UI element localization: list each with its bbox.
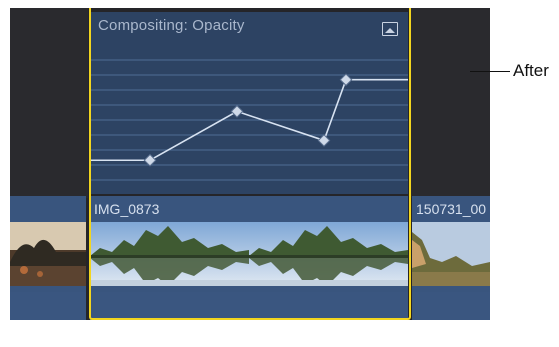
parameter-title: Compositing: Opacity [98, 17, 245, 34]
clip-selected[interactable]: IMG_0873 [90, 196, 408, 320]
clip-thumbnail [10, 222, 86, 286]
timeline: Compositing: Opacity IMG_0873 150731_00 [10, 8, 490, 320]
clip-left[interactable] [10, 196, 86, 320]
timeline-track-left [10, 8, 88, 198]
video-animation-editor[interactable]: Compositing: Opacity [90, 12, 408, 194]
callout-label: After [513, 61, 549, 80]
expand-icon[interactable] [382, 22, 398, 36]
keyframe-marker[interactable] [230, 105, 244, 118]
clip-name: 150731_00 [416, 201, 487, 217]
keyframe-marker[interactable] [143, 153, 157, 167]
timeline-track-right [410, 8, 490, 198]
clip-name: IMG_0873 [94, 201, 160, 217]
clip-right[interactable]: 150731_00 [412, 196, 490, 320]
keyframe-graph[interactable] [90, 12, 408, 194]
keyframe-marker[interactable] [339, 73, 353, 87]
audio-waveform [412, 292, 490, 320]
callout-line [470, 71, 510, 72]
keyframe-marker[interactable] [317, 134, 331, 147]
clip-thumbnail [90, 222, 408, 286]
audio-waveform [10, 292, 86, 320]
audio-waveform [90, 292, 408, 320]
clip-thumbnail [412, 222, 490, 286]
